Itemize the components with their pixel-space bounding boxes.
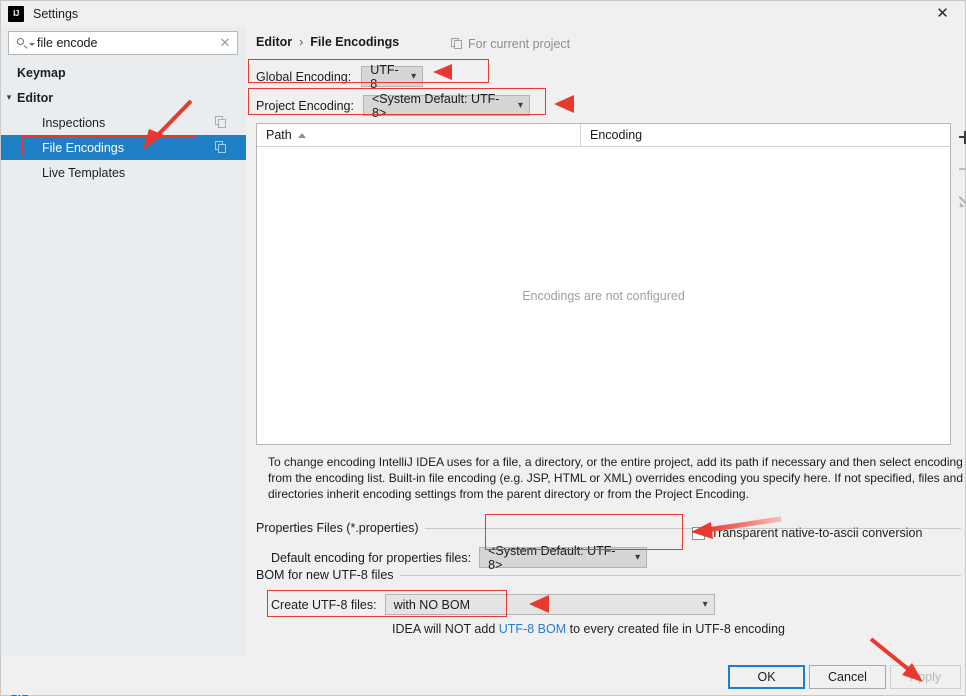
project-encoding-value: <System Default: UTF-8>: [371, 91, 500, 120]
add-encoding-button[interactable]: [955, 127, 966, 147]
column-header-label: Encoding: [590, 128, 643, 142]
copy-icon[interactable]: [215, 116, 228, 129]
properties-encoding-label: Default encoding for properties files:: [271, 550, 472, 565]
scope-note-label: For current project: [468, 37, 571, 51]
sidebar-item-inspections[interactable]: Inspections: [1, 110, 246, 135]
table-header: Path Encoding: [257, 124, 950, 147]
sidebar-item-label: Inspections: [42, 115, 106, 130]
settings-dialog: Settings ✕ ✕ Keymap ▾ Editor Inspections: [0, 0, 966, 696]
create-utf8-dropdown[interactable]: with NO BOM ▾: [384, 594, 715, 615]
global-encoding-value: UTF-8: [370, 62, 399, 91]
chevron-down-icon: ▾: [635, 551, 641, 563]
cancel-button[interactable]: Cancel: [809, 665, 886, 689]
pencil-icon: [958, 194, 966, 208]
table-toolbar: [952, 123, 966, 449]
transparent-native-to-ascii-checkbox[interactable]: Transparent native-to-ascii conversion: [692, 526, 922, 540]
column-header-label: Path: [266, 128, 292, 142]
project-encoding-label: Project Encoding:: [256, 98, 354, 113]
create-utf8-row: Create UTF-8 files: with NO BOM ▾: [271, 594, 715, 615]
chevron-down-icon: ▾: [702, 598, 708, 610]
project-encoding-row: Project Encoding: <System Default: UTF-8…: [256, 92, 530, 120]
copy-icon[interactable]: [215, 141, 228, 154]
copy-icon: [451, 38, 463, 50]
table-empty-state: Encodings are not configured: [522, 289, 685, 303]
create-utf8-label: Create UTF-8 files:: [271, 597, 377, 612]
sort-ascending-icon: [297, 132, 306, 138]
scope-note: For current project: [451, 37, 570, 51]
project-encoding-dropdown[interactable]: <System Default: UTF-8> ▾: [362, 92, 530, 120]
group-divider: [376, 575, 961, 576]
bom-note: IDEA will NOT add UTF-8 BOM to every cre…: [392, 622, 785, 636]
settings-tree: Keymap ▾ Editor Inspections File Encodin…: [1, 60, 246, 185]
bom-note-prefix: IDEA will NOT add: [392, 622, 499, 636]
bom-note-suffix: to every created file in UTF-8 encoding: [566, 622, 785, 636]
window-title: Settings: [33, 6, 79, 21]
breadcrumb: Editor › File Encodings: [256, 35, 399, 49]
chevron-down-icon: ▾: [411, 70, 417, 82]
global-encoding-row: Global Encoding: UTF-8 ▾: [256, 63, 424, 91]
close-icon[interactable]: ✕: [920, 1, 965, 26]
search-box[interactable]: ✕: [8, 31, 238, 55]
settings-content: Editor › File Encodings For current proj…: [246, 26, 966, 656]
properties-group-title: Properties Files (*.properties): [256, 521, 425, 535]
apply-button[interactable]: Apply: [890, 665, 961, 689]
create-utf8-value: with NO BOM: [393, 597, 470, 612]
chevron-down-icon: ▾: [517, 99, 523, 111]
global-encoding-dropdown[interactable]: UTF-8 ▾: [361, 63, 424, 91]
minus-icon: [958, 168, 966, 170]
column-header-encoding[interactable]: Encoding: [581, 124, 950, 146]
dialog-footer: https://blog.csdn.net/wei_n_43883942 OK …: [1, 656, 965, 695]
global-encoding-label: Global Encoding:: [256, 69, 352, 84]
breadcrumb-separator: ›: [299, 35, 304, 49]
settings-sidebar: ✕ Keymap ▾ Editor Inspections File Encod…: [1, 26, 246, 696]
chevron-down-icon[interactable]: ▾: [1, 92, 17, 103]
sidebar-item-label: File Encodings: [42, 140, 124, 155]
transparent-native-to-ascii-label: Transparent native-to-ascii conversion: [711, 526, 923, 540]
column-header-path[interactable]: Path: [257, 124, 581, 146]
sidebar-item-editor[interactable]: ▾ Editor: [1, 85, 246, 110]
properties-encoding-value: <System Default: UTF-8>: [488, 543, 616, 572]
intellij-idea-logo-icon: [8, 5, 24, 22]
checkbox-box[interactable]: [692, 526, 705, 540]
sidebar-item-label: Live Templates: [42, 165, 126, 180]
ok-button[interactable]: OK: [728, 665, 805, 689]
sidebar-item-label: Editor: [17, 90, 54, 105]
description-text: To change encoding IntelliJ IDEA uses fo…: [268, 455, 964, 501]
breadcrumb-current: File Encodings: [310, 35, 400, 49]
sidebar-item-live-templates[interactable]: Live Templates: [1, 160, 246, 185]
sidebar-item-file-encodings[interactable]: File Encodings: [1, 135, 246, 160]
edit-encoding-button[interactable]: [955, 191, 966, 211]
bom-group-title: BOM for new UTF-8 files: [256, 568, 400, 582]
bom-note-link[interactable]: UTF-8 BOM: [499, 622, 566, 636]
plus-icon: [958, 130, 966, 144]
search-input[interactable]: [35, 36, 213, 50]
sidebar-item-keymap[interactable]: Keymap: [1, 60, 246, 85]
title-bar: Settings ✕: [1, 1, 965, 26]
clear-icon[interactable]: ✕: [213, 32, 237, 54]
remove-encoding-button[interactable]: [955, 159, 966, 179]
properties-encoding-dropdown[interactable]: <System Default: UTF-8> ▾: [479, 544, 648, 572]
search-icon[interactable]: [9, 32, 35, 54]
breadcrumb-parent[interactable]: Editor: [256, 35, 292, 49]
sidebar-item-label: Keymap: [17, 65, 66, 80]
encodings-table: Path Encoding Encodings are not configur…: [256, 123, 951, 445]
